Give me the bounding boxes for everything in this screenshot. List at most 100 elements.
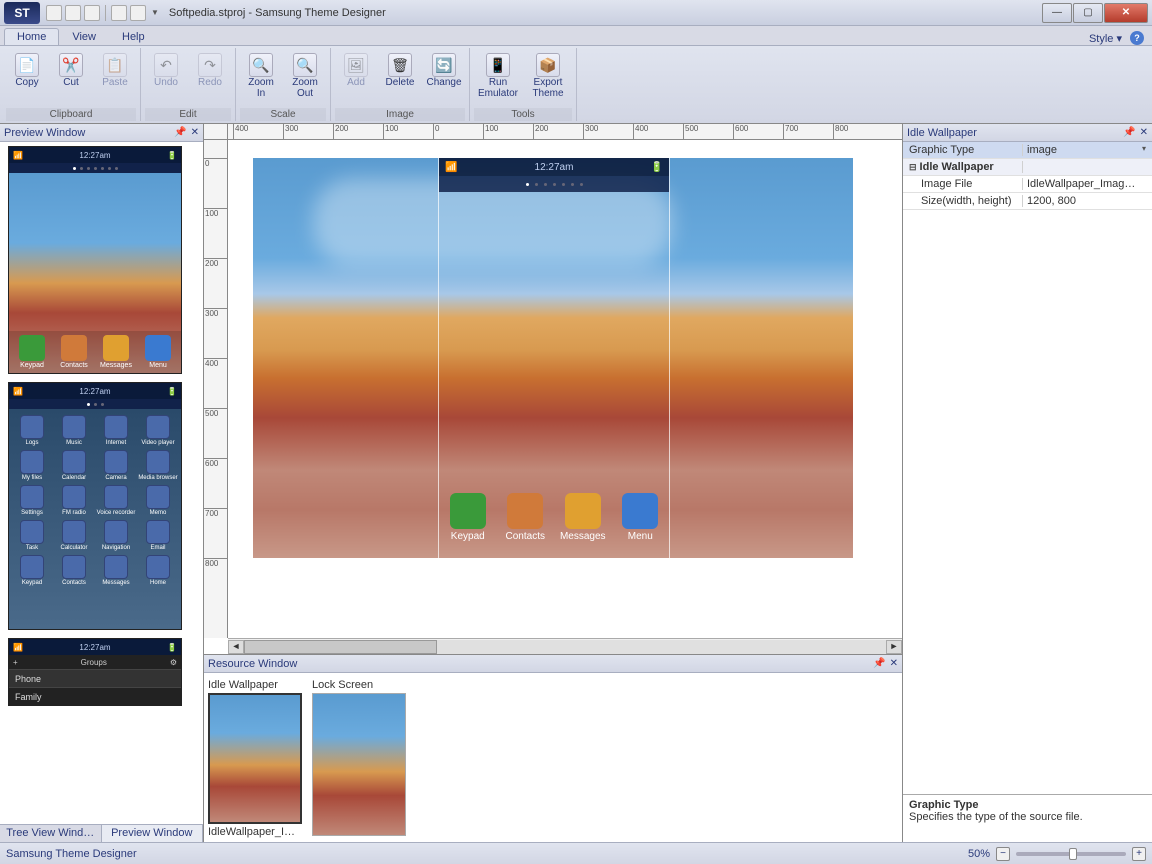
export-theme-button[interactable]: 📦Export Theme: [524, 50, 572, 102]
property-row[interactable]: Size(width, height)1200, 800: [903, 193, 1152, 210]
cut-button[interactable]: ✂️Cut: [50, 50, 92, 92]
page-dots: [439, 176, 669, 192]
help-icon[interactable]: ?: [1130, 31, 1144, 45]
qat-new-icon[interactable]: [46, 5, 62, 21]
menu-app: Home: [137, 555, 179, 586]
canvas-viewport[interactable]: 📶12:27am🔋 KeypadContactsMessagesMenu: [228, 140, 902, 638]
resource-caption: Lock Screen: [312, 677, 406, 693]
menu-app: Internet: [95, 415, 137, 446]
close-panel-icon[interactable]: ✕: [1140, 127, 1148, 138]
ruler-tick: 200: [333, 124, 348, 140]
style-dropdown[interactable]: Style ▾: [1089, 32, 1122, 45]
center-column: 4003002001000100200300400500600700800 01…: [204, 124, 902, 842]
property-value[interactable]: image▾: [1023, 144, 1152, 156]
status-text: Samsung Theme Designer: [6, 848, 137, 860]
preview-tab[interactable]: Preview Window: [102, 825, 204, 842]
menu-app: Voice recorder: [95, 485, 137, 516]
property-row[interactable]: ⊟Idle Wallpaper: [903, 159, 1152, 176]
menu-icon: [622, 493, 658, 529]
canvas[interactable]: 4003002001000100200300400500600700800 01…: [204, 124, 902, 654]
menu-app: Music: [53, 415, 95, 446]
property-grid[interactable]: Graphic Typeimage▾⊟Idle WallpaperImage F…: [903, 142, 1152, 794]
ruler-tick: 400: [233, 124, 248, 140]
tab-help[interactable]: Help: [109, 28, 158, 45]
preview-thumb-idle[interactable]: 📶12:27am🔋 KeypadContactsMessagesMenu: [8, 146, 182, 374]
close-panel-icon[interactable]: ✕: [890, 658, 898, 669]
close-button[interactable]: ✕: [1104, 3, 1148, 23]
tab-view[interactable]: View: [59, 28, 109, 45]
resource-item[interactable]: Lock Screen: [312, 677, 406, 838]
property-row[interactable]: Graphic Typeimage▾: [903, 142, 1152, 159]
preview-thumb-groups[interactable]: 📶12:27am🔋 +Groups⚙ Phone Family: [8, 638, 182, 706]
change-button[interactable]: 🔄Change: [423, 50, 465, 92]
menu-app: Contacts: [53, 555, 95, 586]
qat-dropdown-icon[interactable]: ▼: [151, 8, 159, 17]
paste-icon: 📋: [103, 53, 127, 77]
zoom-out-button[interactable]: −: [996, 847, 1010, 861]
resource-item[interactable]: Idle WallpaperIdleWallpaper_Image.png: [208, 677, 302, 838]
statusbar: Samsung Theme Designer 50% − +: [0, 842, 1152, 864]
qat-button[interactable]: [130, 5, 146, 21]
pin-icon[interactable]: 📌: [174, 127, 186, 138]
export-theme-icon: 📦: [536, 53, 560, 77]
resource-list: Idle WallpaperIdleWallpaper_Image.png Loc…: [204, 673, 902, 842]
preview-tabs: Tree View Wind…Preview Window: [0, 824, 203, 842]
resource-thumbnail[interactable]: [208, 693, 302, 824]
preview-tab[interactable]: Tree View Wind…: [0, 825, 102, 842]
zoom-slider[interactable]: [1016, 852, 1126, 856]
property-row[interactable]: Image FileIdleWallpaper_Imag…: [903, 176, 1152, 193]
horizontal-scrollbar[interactable]: ◄ ►: [228, 638, 902, 654]
signal-icon: 📶: [445, 162, 457, 173]
zoom-in-button[interactable]: +: [1132, 847, 1146, 861]
maximize-button[interactable]: ▢: [1073, 3, 1103, 23]
tab-home[interactable]: Home: [4, 28, 59, 45]
zoom-in-icon: 🔍: [249, 53, 273, 77]
property-value[interactable]: IdleWallpaper_Imag…: [1023, 178, 1152, 190]
qat-save-icon[interactable]: [84, 5, 100, 21]
contacts-icon: [507, 493, 543, 529]
scroll-left-button[interactable]: ◄: [228, 640, 244, 654]
window-title: Softpedia.stproj - Samsung Theme Designe…: [169, 7, 386, 19]
property-description: Graphic Type Specifies the type of the s…: [903, 794, 1152, 842]
ribbon-group-label: Tools: [474, 108, 572, 121]
dock-app-label: Menu: [628, 531, 653, 542]
ruler-tick: 200: [204, 258, 228, 268]
menu-app: Memo: [137, 485, 179, 516]
zoom-in-button[interactable]: 🔍Zoom In: [240, 50, 282, 102]
zoom-slider-thumb[interactable]: [1069, 848, 1077, 860]
ruler-tick: 100: [204, 208, 228, 218]
copy-button[interactable]: 📄Copy: [6, 50, 48, 92]
ribbon-button-label: Export Theme: [527, 78, 569, 99]
qat-separator: [105, 5, 106, 21]
ruler-tick: 600: [204, 458, 228, 468]
run-emulator-button[interactable]: 📱Run Emulator: [474, 50, 522, 102]
minimize-button[interactable]: —: [1042, 3, 1072, 23]
resource-thumbnail[interactable]: [312, 693, 406, 836]
close-panel-icon[interactable]: ✕: [191, 127, 199, 138]
preview-thumb-menu[interactable]: 📶12:27am🔋 LogsMusicInternetVideo playerM…: [8, 382, 182, 630]
ruler-tick: 300: [283, 124, 298, 140]
ribbon-button-label: Paste: [102, 78, 128, 89]
dock-app-contacts: Contacts: [55, 335, 93, 369]
delete-button[interactable]: 🗑Delete: [379, 50, 421, 92]
zoom-out-button[interactable]: 🔍Zoom Out: [284, 50, 326, 102]
menu-app: Settings: [11, 485, 53, 516]
scroll-thumb[interactable]: [244, 640, 437, 654]
qat-open-icon[interactable]: [65, 5, 81, 21]
preview-panel: Preview Window 📌 ✕ 📶12:27am🔋 KeypadConta…: [0, 124, 204, 842]
ribbon-tabs: HomeViewHelp Style ▾ ?: [0, 26, 1152, 46]
ruler-tick: 100: [383, 124, 398, 140]
undo-button: ↶Undo: [145, 50, 187, 92]
resource-filename: [312, 836, 406, 838]
scroll-track[interactable]: [244, 640, 886, 654]
ruler-tick: 400: [633, 124, 648, 140]
scroll-right-button[interactable]: ►: [886, 640, 902, 654]
dock-app-keypad: Keypad: [443, 493, 493, 542]
property-value[interactable]: 1200, 800: [1023, 195, 1152, 207]
qat-button[interactable]: [111, 5, 127, 21]
pin-icon[interactable]: 📌: [1123, 127, 1135, 138]
dock-app-label: Messages: [560, 531, 606, 542]
preview-scroll[interactable]: 📶12:27am🔋 KeypadContactsMessagesMenu 📶12…: [0, 142, 203, 824]
pin-icon[interactable]: 📌: [873, 658, 885, 669]
dock-app-menu: Menu: [615, 493, 665, 542]
